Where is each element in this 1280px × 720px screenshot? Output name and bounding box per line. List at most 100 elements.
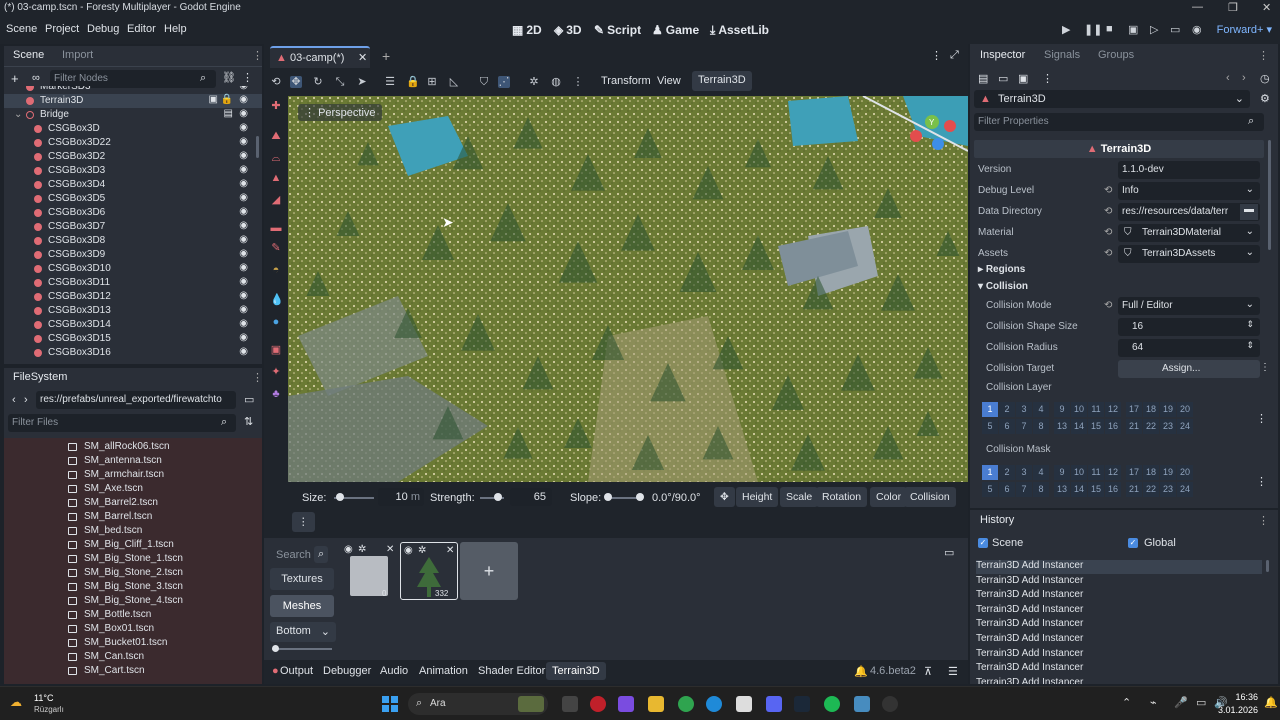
steam-icon[interactable]	[794, 696, 810, 712]
collision-mask-bit[interactable]: 1	[982, 465, 998, 480]
menu-scene[interactable]: Scene	[6, 23, 37, 35]
tools-icon[interactable]: ⚙	[1260, 92, 1270, 105]
rotate-icon[interactable]: ↻	[312, 76, 324, 88]
collision-mask-bit[interactable]: 10	[1071, 465, 1087, 480]
search-icon[interactable]: ⌕	[314, 546, 329, 563]
link-icon[interactable]: ∞	[32, 72, 40, 84]
collision-layer-bit[interactable]: 2	[999, 402, 1015, 417]
visibility-eye-icon[interactable]: ◉	[239, 346, 248, 357]
collision-mask-bit[interactable]: 9	[1054, 465, 1070, 480]
menu-editor[interactable]: Editor	[127, 23, 156, 35]
section-collision[interactable]: ▾ Collision	[978, 281, 1028, 292]
tab-import[interactable]: Import	[62, 49, 93, 61]
target-menu-icon[interactable]: ⋮	[1260, 362, 1270, 373]
add-node-icon[interactable]: +	[11, 71, 19, 86]
scene-menu-icon[interactable]: ⋮	[242, 71, 253, 84]
movie-maker-icon[interactable]: ◉	[1192, 23, 1202, 36]
collision-mask-bit[interactable]: 7	[1016, 482, 1032, 497]
sun-icon[interactable]: ✲	[528, 76, 540, 88]
scrollbar[interactable]	[1266, 560, 1269, 572]
collision-mask-bit[interactable]: 4	[1033, 465, 1049, 480]
visibility-eye-icon[interactable]: ◉	[239, 108, 248, 119]
object-selector[interactable]: ▲ Terrain3D ⌄	[974, 90, 1250, 108]
revert-icon[interactable]: ⟲	[1104, 185, 1112, 196]
godot-icon[interactable]	[854, 696, 870, 712]
strength-field[interactable]: 65	[510, 488, 552, 506]
network-icon[interactable]: ⌁	[1150, 696, 1157, 709]
property-value-field[interactable]: ⛉ Terrain3DMaterial ⌄	[1118, 224, 1260, 242]
renderer-selector[interactable]: Forward+ ▾	[1217, 23, 1272, 36]
filter-properties-input[interactable]: Filter Properties	[974, 113, 1264, 131]
remote-debug-icon[interactable]: ▣	[1128, 23, 1138, 36]
water-icon[interactable]: 💧	[270, 294, 284, 306]
revert-icon[interactable]: ⟲	[1104, 248, 1112, 259]
visibility-eye-icon[interactable]: ◉	[239, 192, 248, 203]
layer-menu-icon[interactable]: ⋮	[1256, 412, 1267, 425]
global-checkbox[interactable]: ✓	[1128, 538, 1138, 548]
save-icon[interactable]: ▣	[1018, 72, 1028, 85]
tab-inspector[interactable]: Inspector	[980, 49, 1025, 61]
slope-slider-max-handle[interactable]	[636, 493, 644, 501]
collision-layer-bit[interactable]: 11	[1088, 402, 1104, 417]
tree-item[interactable]: CSGBox3D14 ◉	[4, 318, 262, 332]
pause-icon[interactable]: ❚❚	[1084, 23, 1102, 36]
rotation-button[interactable]: Rotation	[816, 487, 868, 507]
scrollbar[interactable]	[1268, 140, 1271, 250]
collision-mask-bit[interactable]: 17	[1126, 465, 1142, 480]
collision-mask-bit[interactable]: 12	[1105, 465, 1121, 480]
settings-icon[interactable]: ✲	[418, 545, 426, 556]
tab-meshes[interactable]: Meshes	[270, 595, 334, 617]
chrome-icon[interactable]	[678, 696, 694, 712]
tab-scene[interactable]: Scene	[13, 49, 44, 61]
raise-icon[interactable]: ⛰	[270, 130, 282, 142]
clock-date[interactable]: 3.01.2026	[1208, 705, 1258, 715]
app-icon[interactable]	[882, 696, 898, 712]
collision-layer-bit[interactable]: 13	[1054, 419, 1070, 434]
tree-item[interactable]: CSGBox3D ◉	[4, 122, 262, 136]
visibility-eye-icon[interactable]: ◉	[239, 262, 248, 273]
workspace-2d-button[interactable]: ▦ 2D	[512, 23, 542, 37]
history-back-icon[interactable]: ‹	[1226, 72, 1230, 84]
collision-layer-bit[interactable]: 5	[982, 419, 998, 434]
collision-mask-bit[interactable]: 16	[1105, 482, 1121, 497]
brush-menu-icon[interactable]: ⋮	[292, 512, 315, 532]
paint-icon[interactable]: ▬	[270, 222, 282, 234]
taskbar-search[interactable]: ⌕ Ara	[408, 693, 548, 715]
mask-menu-icon[interactable]: ⋮	[1256, 475, 1267, 488]
visibility-eye-icon[interactable]: ◉	[239, 248, 248, 259]
tab-animation[interactable]: Animation	[419, 665, 468, 677]
stop-icon[interactable]: ■	[1106, 23, 1113, 35]
collision-layer-bit[interactable]: 9	[1054, 402, 1070, 417]
tree-item[interactable]: ⌄ Bridge ◉ ▤	[4, 108, 262, 122]
property-value-field[interactable]: 64 ⇕	[1118, 339, 1260, 357]
dock-menu-icon[interactable]: ⋮	[1258, 49, 1269, 62]
ruler-icon[interactable]: ◺	[448, 76, 460, 88]
revert-icon[interactable]: ⟲	[1104, 300, 1112, 311]
notification-icon[interactable]: 🔔	[1264, 696, 1278, 709]
tab-textures[interactable]: Textures	[270, 568, 334, 590]
collision-layer-bit[interactable]: 23	[1160, 419, 1176, 434]
navigation-icon[interactable]: ✦	[270, 366, 282, 378]
history-item[interactable]: Terrain3D Add Instancer	[976, 618, 1262, 632]
microphone-icon[interactable]: 🎤	[1174, 696, 1188, 709]
history-item[interactable]: Terrain3D Add Instancer	[976, 648, 1262, 662]
tab-audio[interactable]: Audio	[380, 665, 408, 677]
scale-icon[interactable]: ⤡	[334, 76, 346, 88]
chevron-down-icon[interactable]: ⌄	[14, 109, 22, 120]
size-slider-handle[interactable]	[336, 493, 344, 501]
position-dropdown[interactable]: Bottom ⌄	[270, 622, 336, 642]
scene-checkbox[interactable]: ✓	[978, 538, 988, 548]
visibility-eye-icon[interactable]: ◉	[239, 136, 248, 147]
revert-icon[interactable]: ⟲	[1104, 227, 1112, 238]
tree-item[interactable]: CSGBox3D8 ◉	[4, 234, 262, 248]
collision-mask-bit[interactable]: 15	[1088, 482, 1104, 497]
zoom-slider[interactable]	[272, 648, 332, 650]
collision-mask-bit[interactable]: 8	[1033, 482, 1049, 497]
tree-item[interactable]: CSGBox3D13 ◉	[4, 304, 262, 318]
history-icon[interactable]: ◷	[1260, 72, 1270, 85]
visibility-eye-icon[interactable]: ◉	[239, 164, 248, 175]
group-icon[interactable]: ▤	[224, 108, 233, 119]
tree-item[interactable]: CSGBox3D16 ◉	[4, 346, 262, 360]
visibility-eye-icon[interactable]: ◉	[239, 94, 248, 105]
tree-item[interactable]: CSGBox3D5 ◉	[4, 192, 262, 206]
